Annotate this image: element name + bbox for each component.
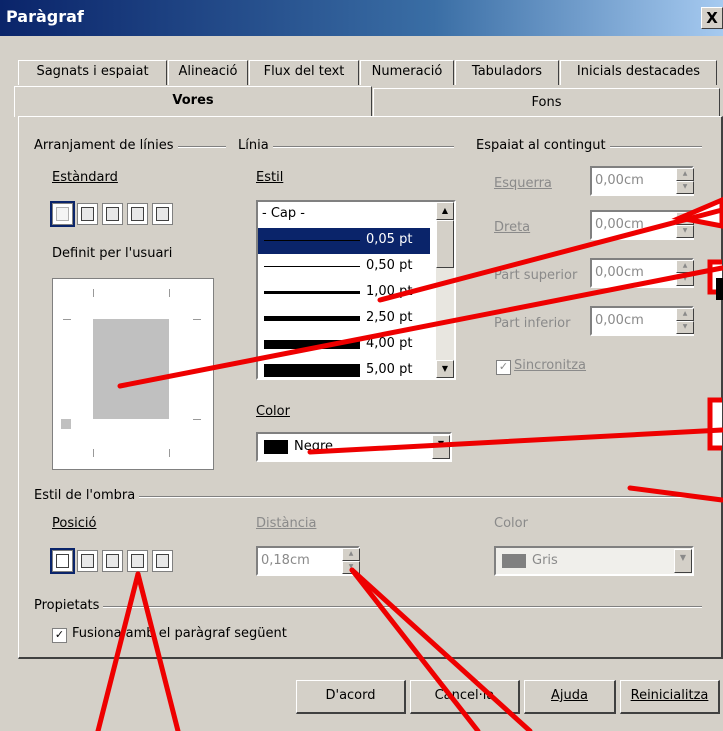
style-0-05[interactable]: 0,05 pt xyxy=(258,228,430,254)
arrangement-all[interactable] xyxy=(77,203,98,225)
sync-checkbox[interactable]: ✓ xyxy=(496,360,511,375)
spin-down-icon[interactable]: ▼ xyxy=(676,321,694,334)
shadow-bottom-right[interactable] xyxy=(77,550,98,572)
bottom-spacing-input[interactable]: 0,00cm ▲ ▼ xyxy=(590,306,694,336)
shadow-color-label: Color xyxy=(494,516,528,531)
shadow-bottom-left[interactable] xyxy=(127,550,148,572)
position-label: Posició xyxy=(52,516,97,531)
arrangement-top-bottom[interactable] xyxy=(127,203,148,225)
line-color-value: Negre xyxy=(294,439,334,454)
arrangement-none[interactable] xyxy=(50,201,75,227)
tab-tabs[interactable]: Tabuladors xyxy=(455,60,559,85)
chevron-down-icon[interactable]: ▼ xyxy=(674,549,692,573)
scroll-thumb[interactable] xyxy=(436,220,454,268)
preview-mark xyxy=(169,289,170,297)
tab-alignment[interactable]: Alineació xyxy=(168,60,248,85)
preview-mark xyxy=(63,319,71,320)
user-defined-label: Definit per l'usuari xyxy=(52,246,173,261)
merge-label: Fusiona amb el paràgraf següent xyxy=(72,626,287,641)
tab-text-flow[interactable]: Flux del text xyxy=(249,60,359,85)
tab-drop-caps[interactable]: Inicials destacades xyxy=(560,60,717,85)
arrangement-title: Arranjament de línies xyxy=(34,138,178,153)
tab-borders[interactable]: Vores xyxy=(14,86,372,117)
spin-down-icon[interactable]: ▼ xyxy=(676,225,694,238)
shadow-color-swatch xyxy=(502,554,526,568)
preview-mark xyxy=(93,449,94,457)
reset-button[interactable]: Reinicialitza xyxy=(620,680,720,714)
preview-mark xyxy=(93,289,94,297)
standard-label: Estàndard xyxy=(52,170,118,185)
shadow-title: Estil de l'ombra xyxy=(34,488,140,503)
shadow-top-right[interactable] xyxy=(102,550,123,572)
style-5-00[interactable]: 5,00 pt xyxy=(258,358,430,378)
spin-up-icon[interactable]: ▲ xyxy=(676,212,694,225)
spin-down-icon[interactable]: ▼ xyxy=(676,273,694,286)
list-scrollbar[interactable]: ▲ ▼ xyxy=(436,202,454,378)
top-spacing-input[interactable]: 0,00cm ▲ ▼ xyxy=(590,258,694,288)
style-none[interactable]: - Cap - xyxy=(258,202,430,228)
style-1-00[interactable]: 1,00 pt xyxy=(258,280,430,306)
shadow-positions xyxy=(50,548,173,574)
chevron-down-icon[interactable]: ▼ xyxy=(432,435,450,459)
preview-mark xyxy=(169,449,170,457)
style-0-50[interactable]: 0,50 pt xyxy=(258,254,430,280)
style-label: Estil xyxy=(256,170,284,185)
close-button[interactable]: X xyxy=(701,7,723,29)
window-title: Paràgraf xyxy=(6,7,84,26)
spin-up-icon[interactable]: ▲ xyxy=(676,168,694,181)
left-spacing-input[interactable]: 0,00cm ▲ ▼ xyxy=(590,166,694,196)
shadow-none[interactable] xyxy=(50,548,75,574)
bottom-label: Part inferior xyxy=(494,316,571,331)
right-label: Dreta xyxy=(494,220,531,235)
scroll-down-icon[interactable]: ▼ xyxy=(436,360,454,378)
user-defined-preview[interactable] xyxy=(52,278,214,470)
shadow-top-left[interactable] xyxy=(152,550,173,572)
shadow-color-value: Gris xyxy=(532,553,558,568)
line-style-list[interactable]: - Cap - 0,05 pt 0,50 pt 1,00 pt 2,50 pt … xyxy=(256,200,456,380)
spin-down-icon[interactable]: ▼ xyxy=(676,181,694,194)
properties-title: Propietats xyxy=(34,598,104,613)
tab-numbering[interactable]: Numeració xyxy=(360,60,454,85)
spin-up-icon[interactable]: ▲ xyxy=(676,260,694,273)
spin-down-icon[interactable]: ▼ xyxy=(342,561,360,574)
preview-paragraph xyxy=(93,319,169,419)
arrangement-left-right[interactable] xyxy=(102,203,123,225)
ok-button[interactable]: D'acord xyxy=(296,680,406,714)
line-title: Línia xyxy=(238,138,273,153)
standard-arrangements xyxy=(50,201,173,227)
sync-label: Sincronitza xyxy=(514,358,587,373)
scroll-up-icon[interactable]: ▲ xyxy=(436,202,454,220)
title-bar: Paràgraf X xyxy=(0,0,723,36)
properties-divider xyxy=(36,606,702,608)
top-label: Part superior xyxy=(494,268,578,283)
shadow-color-select[interactable]: Gris ▼ xyxy=(494,546,694,576)
spin-up-icon[interactable]: ▲ xyxy=(676,308,694,321)
preview-corner xyxy=(61,419,71,429)
distance-label: Distància xyxy=(256,516,317,531)
style-4-00[interactable]: 4,00 pt xyxy=(258,332,430,358)
spacing-title: Espaiat al contingut xyxy=(476,138,610,153)
tab-indents-spacing[interactable]: Sagnats i espaiat xyxy=(18,60,167,85)
merge-checkbox[interactable]: ✓ xyxy=(52,628,67,643)
help-button[interactable]: Ajuda xyxy=(524,680,616,714)
preview-mark xyxy=(193,319,201,320)
preview-mark xyxy=(193,419,201,420)
tab-background[interactable]: Fons xyxy=(373,88,720,117)
arrangement-left[interactable] xyxy=(152,203,173,225)
spin-up-icon[interactable]: ▲ xyxy=(342,548,360,561)
left-label: Esquerra xyxy=(494,176,552,191)
style-2-50[interactable]: 2,50 pt xyxy=(258,306,430,332)
distance-input[interactable]: 0,18cm ▲ ▼ xyxy=(256,546,360,576)
color-swatch xyxy=(264,440,288,454)
right-spacing-input[interactable]: 0,00cm ▲ ▼ xyxy=(590,210,694,240)
cancel-button[interactable]: Cancel·la xyxy=(410,680,520,714)
color-label: Color xyxy=(256,404,290,419)
line-color-select[interactable]: Negre ▼ xyxy=(256,432,452,462)
